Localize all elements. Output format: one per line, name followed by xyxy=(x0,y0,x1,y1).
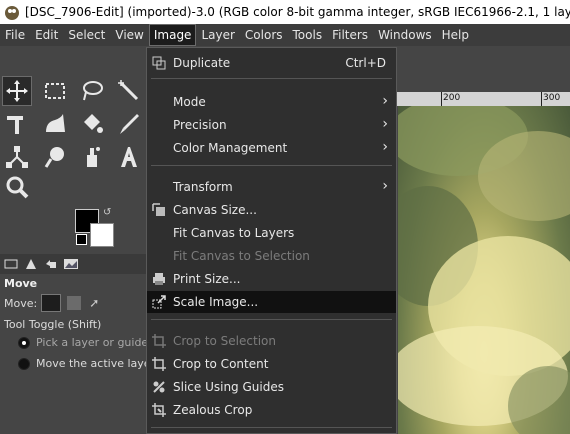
submenu-arrow-icon: › xyxy=(382,93,388,109)
radio-move-active-layer[interactable]: Move the active layer xyxy=(18,357,155,370)
menu-separator xyxy=(151,78,392,79)
menu-edit[interactable]: Edit xyxy=(30,24,63,46)
toolbox: ↺ Move Move: ➚ Tool Toggle (Shift) Pick … xyxy=(0,46,155,434)
free-select-icon[interactable] xyxy=(77,76,107,106)
menu-item-crop-to-content[interactable]: Crop to Content xyxy=(147,353,396,375)
move-tool-icon[interactable] xyxy=(2,76,32,106)
images-tab-icon[interactable] xyxy=(62,256,80,272)
zoom-tool-icon[interactable] xyxy=(2,172,32,202)
radio-button[interactable] xyxy=(18,357,30,370)
move-selection-mode-icon[interactable] xyxy=(67,296,82,310)
menu-item-transform[interactable]: Transform › xyxy=(147,176,396,198)
clone-tool-icon[interactable] xyxy=(77,142,107,172)
duplicate-icon xyxy=(152,56,166,70)
menu-bar: File Edit Select View Image Layer Colors… xyxy=(0,24,570,46)
crop-tool-icon[interactable] xyxy=(2,109,32,139)
menu-file[interactable]: File xyxy=(0,24,30,46)
dock-tabs xyxy=(0,254,146,274)
radio-pick-layer[interactable]: Pick a layer or guide xyxy=(18,336,148,349)
menu-help[interactable]: Help xyxy=(437,24,474,46)
menu-item-color-management[interactable]: Color Management › xyxy=(147,137,396,159)
tool-options-tab-icon[interactable] xyxy=(2,256,20,272)
menu-image[interactable]: Image xyxy=(148,24,197,46)
fuzzy-select-icon[interactable] xyxy=(114,76,144,106)
device-status-tab-icon[interactable] xyxy=(22,256,40,272)
menu-item-precision[interactable]: Precision › xyxy=(147,114,396,136)
menu-item-zealous-crop[interactable]: Zealous Crop xyxy=(147,399,396,421)
rect-select-icon[interactable] xyxy=(40,76,70,106)
window-title: [DSC_7906-Edit] (imported)-3.0 (RGB colo… xyxy=(25,5,570,19)
undo-history-tab-icon[interactable] xyxy=(42,256,60,272)
menu-select[interactable]: Select xyxy=(63,24,110,46)
menu-item-print-size[interactable]: Print Size... xyxy=(147,268,396,290)
menu-item-canvas-size[interactable]: Canvas Size... xyxy=(147,199,396,221)
radio-button[interactable] xyxy=(18,336,30,349)
submenu-arrow-icon: › xyxy=(382,116,388,132)
swap-colors-icon[interactable]: ↺ xyxy=(103,208,113,218)
submenu-arrow-icon: › xyxy=(382,139,388,155)
menu-view[interactable]: View xyxy=(110,24,148,46)
menu-colors[interactable]: Colors xyxy=(240,24,288,46)
radio-label: Pick a layer or guide xyxy=(36,336,149,349)
menu-item-crop-to-selection[interactable]: Crop to Selection xyxy=(147,330,396,352)
paintbrush-icon[interactable] xyxy=(114,109,144,139)
menu-layer[interactable]: Layer xyxy=(196,24,239,46)
horizontal-ruler: 200 300 xyxy=(397,92,570,106)
scale-image-icon xyxy=(152,295,166,309)
submenu-arrow-icon: › xyxy=(382,178,388,194)
move-layer-mode-icon[interactable] xyxy=(41,294,62,312)
menu-item-slice-using-guides[interactable]: Slice Using Guides xyxy=(147,376,396,398)
menu-item-fit-canvas-to-layers[interactable]: Fit Canvas to Layers xyxy=(147,222,396,244)
move-path-mode-icon[interactable]: ➚ xyxy=(89,296,103,310)
menu-windows[interactable]: Windows xyxy=(373,24,437,46)
menu-item-fit-canvas-to-selection[interactable]: Fit Canvas to Selection xyxy=(147,245,396,267)
bucket-fill-icon[interactable] xyxy=(77,109,107,139)
path-tool-icon[interactable] xyxy=(2,142,32,172)
warp-tool-icon[interactable] xyxy=(40,109,70,139)
print-icon xyxy=(153,273,165,285)
shortcut-label: Ctrl+D xyxy=(345,56,386,70)
smudge-tool-icon[interactable] xyxy=(40,142,70,172)
tool-options-title: Move xyxy=(4,277,38,290)
text-tool-icon[interactable] xyxy=(114,142,144,172)
menu-tools[interactable]: Tools xyxy=(288,24,328,46)
menu-item-scale-image[interactable]: Scale Image... xyxy=(147,291,396,313)
menu-separator xyxy=(151,427,392,428)
zealous-crop-icon xyxy=(152,403,166,417)
crop-icon xyxy=(152,357,166,371)
image-menu: Duplicate Ctrl+D Mode › Precision › Colo… xyxy=(146,47,397,434)
menu-separator xyxy=(151,165,392,166)
ruler-tick-300: 300 xyxy=(543,93,561,103)
gimp-logo-icon xyxy=(5,6,19,20)
crop-icon xyxy=(152,334,166,348)
ruler-tick-200: 200 xyxy=(443,93,461,103)
title-bar: [DSC_7906-Edit] (imported)-3.0 (RGB colo… xyxy=(0,0,570,24)
menu-item-mode[interactable]: Mode › xyxy=(147,91,396,113)
default-colors-icon[interactable] xyxy=(76,234,87,245)
image-canvas[interactable] xyxy=(398,106,570,434)
move-label: Move: xyxy=(4,296,38,310)
radio-label: Move the active layer xyxy=(36,357,156,370)
background-color-swatch[interactable] xyxy=(90,223,114,247)
slice-icon xyxy=(153,381,165,393)
menu-item-duplicate[interactable]: Duplicate Ctrl+D xyxy=(147,52,396,74)
move-mode-row: Move: ➚ xyxy=(4,294,103,312)
menu-filters[interactable]: Filters xyxy=(327,24,373,46)
canvas-size-icon xyxy=(152,203,165,216)
menu-separator xyxy=(151,319,392,320)
tool-toggle-label: Tool Toggle (Shift) xyxy=(4,318,102,331)
